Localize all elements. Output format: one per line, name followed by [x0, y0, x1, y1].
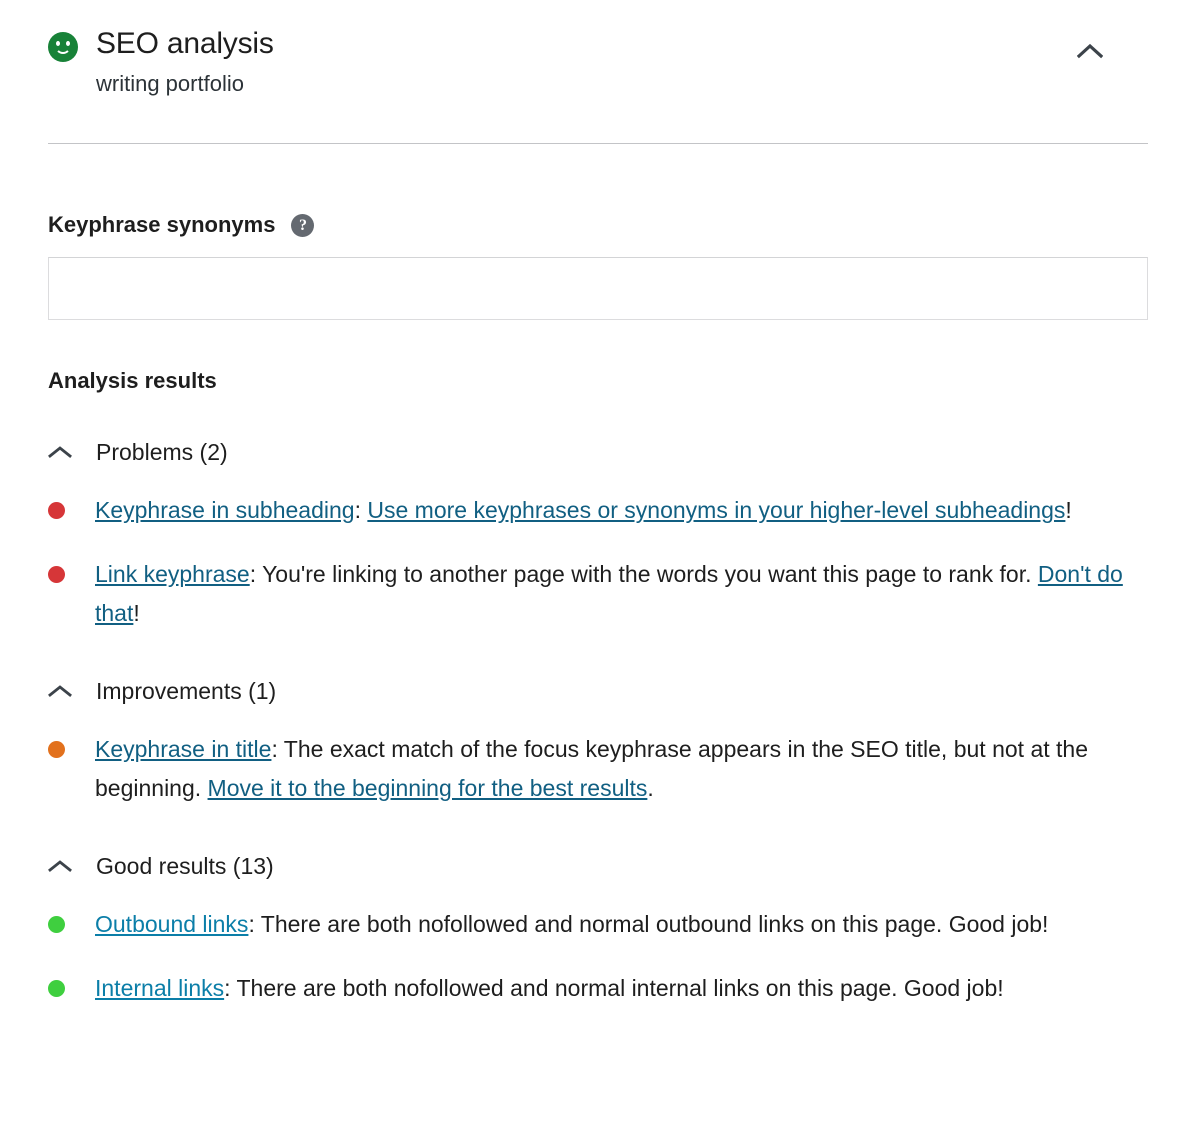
group-header-good-results[interactable]: Good results (13) — [48, 852, 274, 880]
smiley-mouth — [55, 44, 71, 54]
chevron-up-icon — [48, 680, 76, 702]
list-item: Keyphrase in subheading: Use more keyphr… — [48, 491, 1148, 530]
result-text: Keyphrase in title: The exact match of t… — [95, 730, 1143, 808]
group-label: Improvements (1) — [96, 678, 277, 704]
result-link[interactable]: Move it to the beginning for the best re… — [208, 775, 648, 801]
chevron-up-icon — [48, 441, 76, 463]
header-divider — [48, 143, 1148, 144]
question-mark-icon[interactable]: ? — [291, 213, 315, 237]
group-label: Good results (13) — [96, 853, 274, 879]
result-plain-text: ! — [1065, 497, 1072, 523]
collapse-panel-button[interactable] — [1070, 32, 1110, 72]
list-item: Internal links: There are both nofollowe… — [48, 969, 1148, 1008]
keyphrase-synonyms-input[interactable] — [48, 257, 1148, 320]
result-text: Internal links: There are both nofollowe… — [95, 969, 1004, 1008]
keyphrase-synonyms-field: Keyphrase synonyms ? — [48, 212, 1148, 320]
keyphrase-synonyms-label: Keyphrase synonyms — [48, 212, 276, 237]
result-list-problems: Keyphrase in subheading: Use more keyphr… — [48, 491, 1148, 633]
result-text: Outbound links: There are both nofollowe… — [95, 905, 1048, 944]
result-link[interactable]: Keyphrase in title — [95, 736, 271, 762]
analysis-results-groups: Problems (2) Keyphrase in subheading: Us… — [48, 438, 1148, 1008]
chevron-up-icon — [1076, 43, 1104, 62]
list-item: Outbound links: There are both nofollowe… — [48, 905, 1148, 944]
result-plain-text: ! — [133, 600, 140, 626]
result-plain-text: : There are both nofollowed and normal i… — [224, 975, 1004, 1001]
result-list-good-results: Outbound links: There are both nofollowe… — [48, 905, 1148, 1008]
result-link[interactable]: Outbound links — [95, 911, 248, 937]
list-item: Keyphrase in title: The exact match of t… — [48, 730, 1148, 808]
panel-header: SEO analysis writing portfolio — [48, 0, 1148, 98]
result-plain-text: . — [647, 775, 654, 801]
group-header-problems[interactable]: Problems (2) — [48, 438, 228, 466]
status-bullet-ok-icon — [48, 741, 65, 758]
page-title: SEO analysis — [96, 27, 274, 60]
result-text: Link keyphrase: You're linking to anothe… — [95, 555, 1143, 633]
result-link[interactable]: Keyphrase in subheading — [95, 497, 355, 523]
status-bullet-bad-icon — [48, 566, 65, 583]
green-smiley-icon — [48, 32, 78, 62]
status-bullet-good-icon — [48, 916, 65, 933]
result-link[interactable]: Use more keyphrases or synonyms in your … — [367, 497, 1065, 523]
result-list-improvements: Keyphrase in title: The exact match of t… — [48, 730, 1148, 808]
status-bullet-bad-icon — [48, 502, 65, 519]
status-bullet-good-icon — [48, 980, 65, 997]
group-label: Problems (2) — [96, 439, 228, 465]
seo-analysis-panel: SEO analysis writing portfolio Keyphrase… — [0, 0, 1196, 1008]
panel-header-text: SEO analysis writing portfolio — [96, 26, 274, 98]
list-item: Link keyphrase: You're linking to anothe… — [48, 555, 1148, 633]
result-plain-text: : — [354, 497, 368, 523]
keyphrase-synonyms-label-row: Keyphrase synonyms ? — [48, 212, 1148, 238]
result-plain-text: : You're linking to another page with th… — [249, 561, 1038, 587]
analysis-results-heading: Analysis results — [48, 368, 217, 393]
panel-subtitle: writing portfolio — [96, 71, 244, 96]
result-plain-text: : There are both nofollowed and normal o… — [248, 911, 1049, 937]
group-header-improvements[interactable]: Improvements (1) — [48, 677, 276, 705]
result-text: Keyphrase in subheading: Use more keyphr… — [95, 491, 1072, 530]
result-link[interactable]: Link keyphrase — [95, 561, 250, 587]
result-link[interactable]: Internal links — [95, 975, 224, 1001]
chevron-up-icon — [48, 855, 76, 877]
